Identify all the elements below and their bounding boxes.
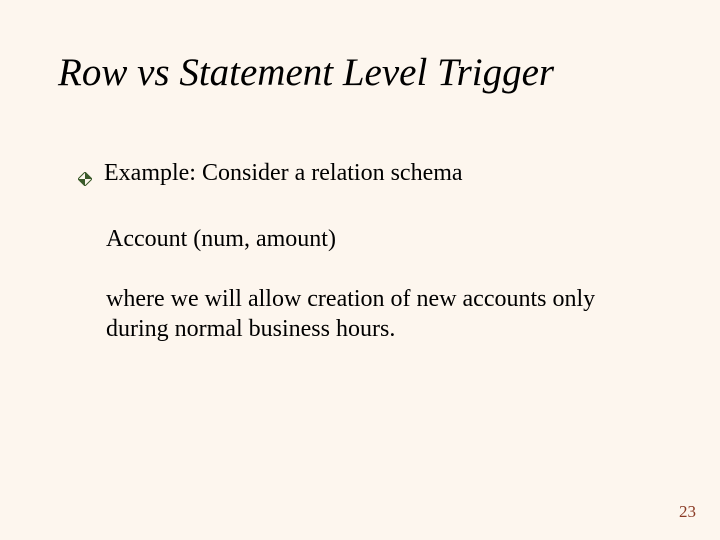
bullet-text-line3: where we will allow creation of new acco…: [106, 284, 638, 344]
spacer: [78, 194, 638, 224]
page-number: 23: [679, 502, 696, 522]
spacer: [78, 254, 638, 284]
slide: Row vs Statement Level Trigger Example: …: [0, 0, 720, 540]
bullet-text-line2: Account (num, amount): [106, 224, 638, 254]
bullet-item: Example: Consider a relation schema: [78, 158, 638, 194]
slide-body: Example: Consider a relation schema Acco…: [78, 158, 638, 344]
slide-title: Row vs Statement Level Trigger: [58, 52, 554, 95]
diamond-bullet-icon: [78, 164, 92, 194]
bullet-text-line1: Example: Consider a relation schema: [104, 158, 463, 188]
